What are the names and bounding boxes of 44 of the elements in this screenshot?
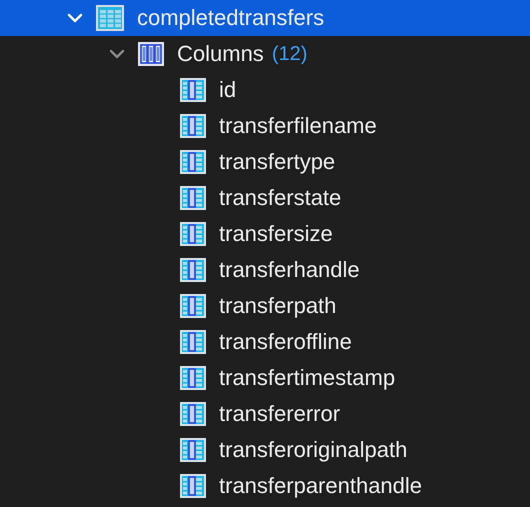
column-icon: [179, 221, 207, 247]
chevron-down-icon[interactable]: [109, 49, 125, 59]
column-icon: [179, 257, 207, 283]
tree-row[interactable]: transferhandle: [0, 252, 530, 288]
column-icon: [179, 185, 207, 211]
tree-label: transferstate: [219, 187, 342, 209]
table-icon: [95, 4, 125, 32]
column-icon: [179, 113, 207, 139]
tree-row[interactable]: transfertype: [0, 144, 530, 180]
tree-label: transferfilename: [219, 115, 377, 137]
tree-row[interactable]: transfertimestamp: [0, 360, 530, 396]
tree-row[interactable]: transfererror: [0, 396, 530, 432]
tree-row[interactable]: transferoriginalpath: [0, 432, 530, 468]
column-icon: [179, 77, 207, 103]
tree-row[interactable]: transferpath: [0, 288, 530, 324]
tree-label: transfertype: [219, 151, 336, 173]
tree-label: transfertimestamp: [219, 367, 396, 389]
tree-row[interactable]: transferstate: [0, 180, 530, 216]
tree-row[interactable]: transfersize: [0, 216, 530, 252]
columns-icon: [137, 41, 165, 67]
column-icon: [179, 149, 207, 175]
column-icon: [179, 329, 207, 355]
tree-label: id: [219, 79, 236, 101]
column-icon: [179, 401, 207, 427]
count-label: (12): [272, 44, 308, 64]
tree-row[interactable]: transferoffline: [0, 324, 530, 360]
tree-label: transfererror: [219, 403, 340, 425]
tree-label: transfersize: [219, 223, 333, 245]
tree-label: transferoffline: [219, 331, 352, 353]
tree-label: transferoriginalpath: [219, 439, 408, 461]
tree-row[interactable]: id: [0, 72, 530, 108]
tree-label: completedtransfers: [137, 7, 324, 29]
column-icon: [179, 365, 207, 391]
tree-row[interactable]: transferparenthandle: [0, 468, 530, 504]
tree-label: transferpath: [219, 295, 336, 317]
tree-row[interactable]: completedtransfers: [0, 0, 530, 36]
column-icon: [179, 437, 207, 463]
tree-row[interactable]: Columns (12): [0, 36, 530, 72]
column-icon: [179, 293, 207, 319]
column-icon: [179, 473, 207, 499]
tree-label: Columns: [177, 43, 264, 65]
tree-label: transferparenthandle: [219, 475, 422, 497]
tree-label: transferhandle: [219, 259, 360, 281]
tree-row[interactable]: transferfilename: [0, 108, 530, 144]
